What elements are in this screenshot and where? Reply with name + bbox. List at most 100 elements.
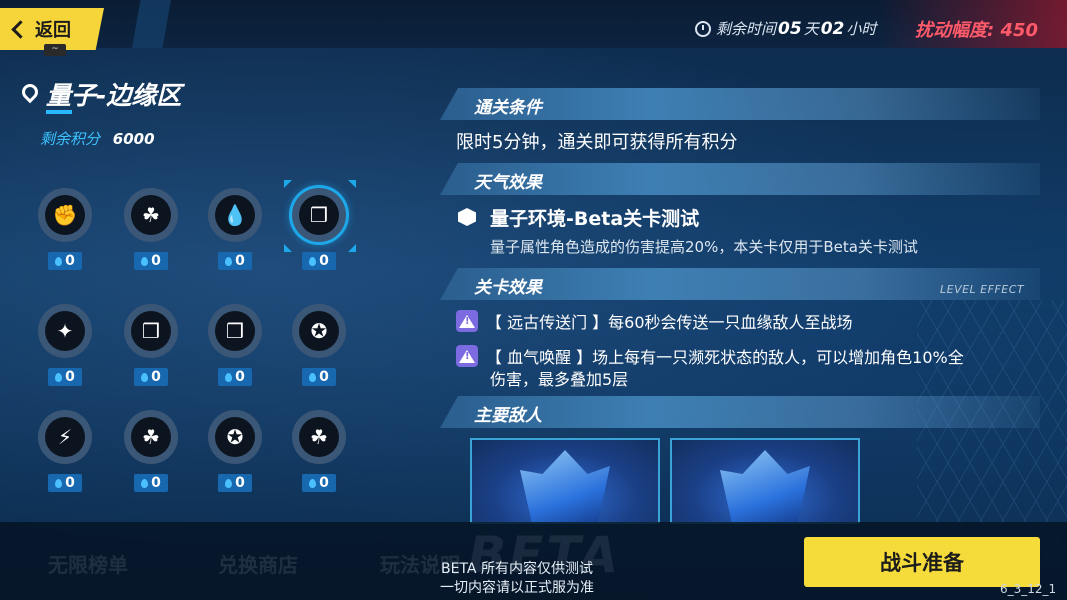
stage-effect-1: 【 远古传送门 】每60秒会传送一只血缘敌人至战场	[486, 313, 853, 332]
location-pin-icon	[18, 80, 42, 104]
buff-slot-frame: ❒	[208, 304, 262, 358]
fire-head-icon: ✦	[45, 311, 85, 351]
time-label: 剩余时间	[716, 20, 777, 38]
buff-cost-value: 0	[235, 253, 245, 269]
energy-drop-icon	[141, 256, 149, 266]
buff-cost-value: 0	[151, 475, 161, 491]
selection-corner-marker	[284, 244, 292, 252]
tab-exchange-shop[interactable]: 兑换商店	[218, 549, 298, 578]
section-title: 关卡效果	[474, 278, 542, 298]
energy-drop-icon	[225, 372, 233, 382]
buff-cost-value: 0	[151, 253, 161, 269]
buff-slot[interactable]: ☘ 0	[124, 410, 178, 492]
energy-drop-icon	[309, 256, 317, 266]
section-weather: 天气效果	[440, 163, 1040, 195]
buff-cost: 0	[48, 474, 82, 492]
buff-cost-value: 0	[65, 369, 75, 385]
energy-drop-icon	[55, 256, 63, 266]
disturb-level: 扰动幅度: 450	[915, 20, 1039, 41]
energy-drop-icon	[225, 256, 233, 266]
buff-slot[interactable]: ☘ 0	[292, 410, 346, 492]
buff-slot[interactable]: ❒ 0	[124, 304, 178, 386]
buff-cost-value: 0	[151, 369, 161, 385]
buff-slot[interactable]: ✊ 0	[38, 188, 92, 270]
beta-notice-line2: 一切内容请以正式服为准	[440, 580, 594, 596]
buff-slot-frame: ⚡	[38, 410, 92, 464]
location-name: 量子-边缘区	[46, 81, 182, 110]
droplet-icon: 💧	[215, 195, 255, 235]
lightning-ring-icon: ✪	[299, 311, 339, 351]
triskelion-icon: ☘	[131, 417, 171, 457]
buff-slot[interactable]: ❒ 0	[208, 304, 262, 386]
buff-cost: 0	[48, 252, 82, 270]
quantum-cube-icon: ❒	[131, 311, 171, 351]
buff-slot[interactable]: ✪ 0	[208, 410, 262, 492]
section-title: 天气效果	[474, 173, 542, 193]
buff-slot-frame: ✦	[38, 304, 92, 358]
warning-icon	[456, 345, 478, 367]
buff-cost: 0	[302, 368, 336, 386]
section-main-enemies: 主要敌人	[440, 396, 1040, 428]
buff-slot-frame: ☘	[124, 410, 178, 464]
back-hotkey-hint: ~	[44, 44, 66, 56]
lightning-ring-icon: ✪	[215, 417, 255, 457]
buff-cost: 0	[134, 368, 168, 386]
buff-cost-value: 0	[65, 475, 75, 491]
buff-slot[interactable]: ✪ 0	[292, 304, 346, 386]
energy-drop-icon	[225, 478, 233, 488]
buff-slot[interactable]: ✦ 0	[38, 304, 92, 386]
buff-slot[interactable]: 💧 0	[208, 188, 262, 270]
section-title: 主要敌人	[474, 406, 542, 426]
remaining-time: 剩余时间 05 天 02 小时	[695, 18, 876, 39]
clear-condition-text: 限时5分钟，通关即可获得所有积分	[456, 132, 738, 153]
score-label: 剩余积分	[40, 130, 101, 148]
buff-cost-value: 0	[65, 253, 75, 269]
chevron-left-icon	[11, 19, 30, 39]
buff-cost: 0	[48, 368, 82, 386]
tab-leaderboard[interactable]: 无限榜单	[48, 549, 128, 578]
energy-drop-icon	[141, 478, 149, 488]
buff-slot-frame: ☘	[292, 410, 346, 464]
fist-icon: ✊	[45, 195, 85, 235]
version-label: 6_3_12_1	[1000, 582, 1057, 596]
quantum-cube-icon: ❒	[215, 311, 255, 351]
top-bar-decoration	[110, 0, 310, 48]
buff-cost-value: 0	[319, 369, 329, 385]
beta-notice: BETA 所有内容仅供测试 一切内容请以正式服为准	[440, 560, 594, 598]
buff-cost-value: 0	[235, 369, 245, 385]
triskelion-icon: ☘	[131, 195, 171, 235]
battle-ready-button[interactable]: 战斗准备	[804, 537, 1040, 587]
back-label: 返回	[35, 20, 71, 41]
buff-slot-frame: ✪	[292, 304, 346, 358]
selection-corner-marker	[348, 180, 356, 188]
days-unit: 天	[803, 20, 819, 38]
buff-cost: 0	[134, 474, 168, 492]
buff-cost: 0	[302, 252, 336, 270]
buff-slot-frame: ✪	[208, 410, 262, 464]
buff-slot-frame: ☘	[124, 188, 178, 242]
buff-slot[interactable]: ☘ 0	[124, 188, 178, 270]
location-title: 量子-边缘区	[18, 76, 182, 112]
score-value: 6000	[112, 130, 155, 148]
buff-cost: 0	[218, 252, 252, 270]
level-effect-tag: LEVEL EFFECT	[940, 283, 1025, 296]
clock-icon	[695, 20, 711, 37]
enemy-card-2[interactable]	[670, 438, 860, 524]
enemy-portrait	[520, 450, 610, 522]
buff-cost-value: 0	[235, 475, 245, 491]
energy-drop-icon	[141, 372, 149, 382]
energy-drop-icon	[55, 372, 63, 382]
section-clear-condition: 通关条件	[440, 88, 1040, 120]
buff-cost: 0	[134, 252, 168, 270]
energy-drop-icon	[55, 478, 63, 488]
days-value: 05	[778, 18, 802, 39]
buff-slot[interactable]: ⚡ 0	[38, 410, 92, 492]
warning-icon	[456, 310, 478, 332]
section-title: 通关条件	[474, 98, 542, 118]
buff-slot[interactable]: ❒ 0	[284, 180, 356, 270]
enemy-card-1[interactable]	[470, 438, 660, 524]
buff-cost-value: 0	[319, 475, 329, 491]
top-bar	[0, 0, 1067, 48]
beta-notice-line1: BETA 所有内容仅供测试	[441, 561, 593, 577]
buff-slot-frame: ❒	[292, 188, 346, 242]
